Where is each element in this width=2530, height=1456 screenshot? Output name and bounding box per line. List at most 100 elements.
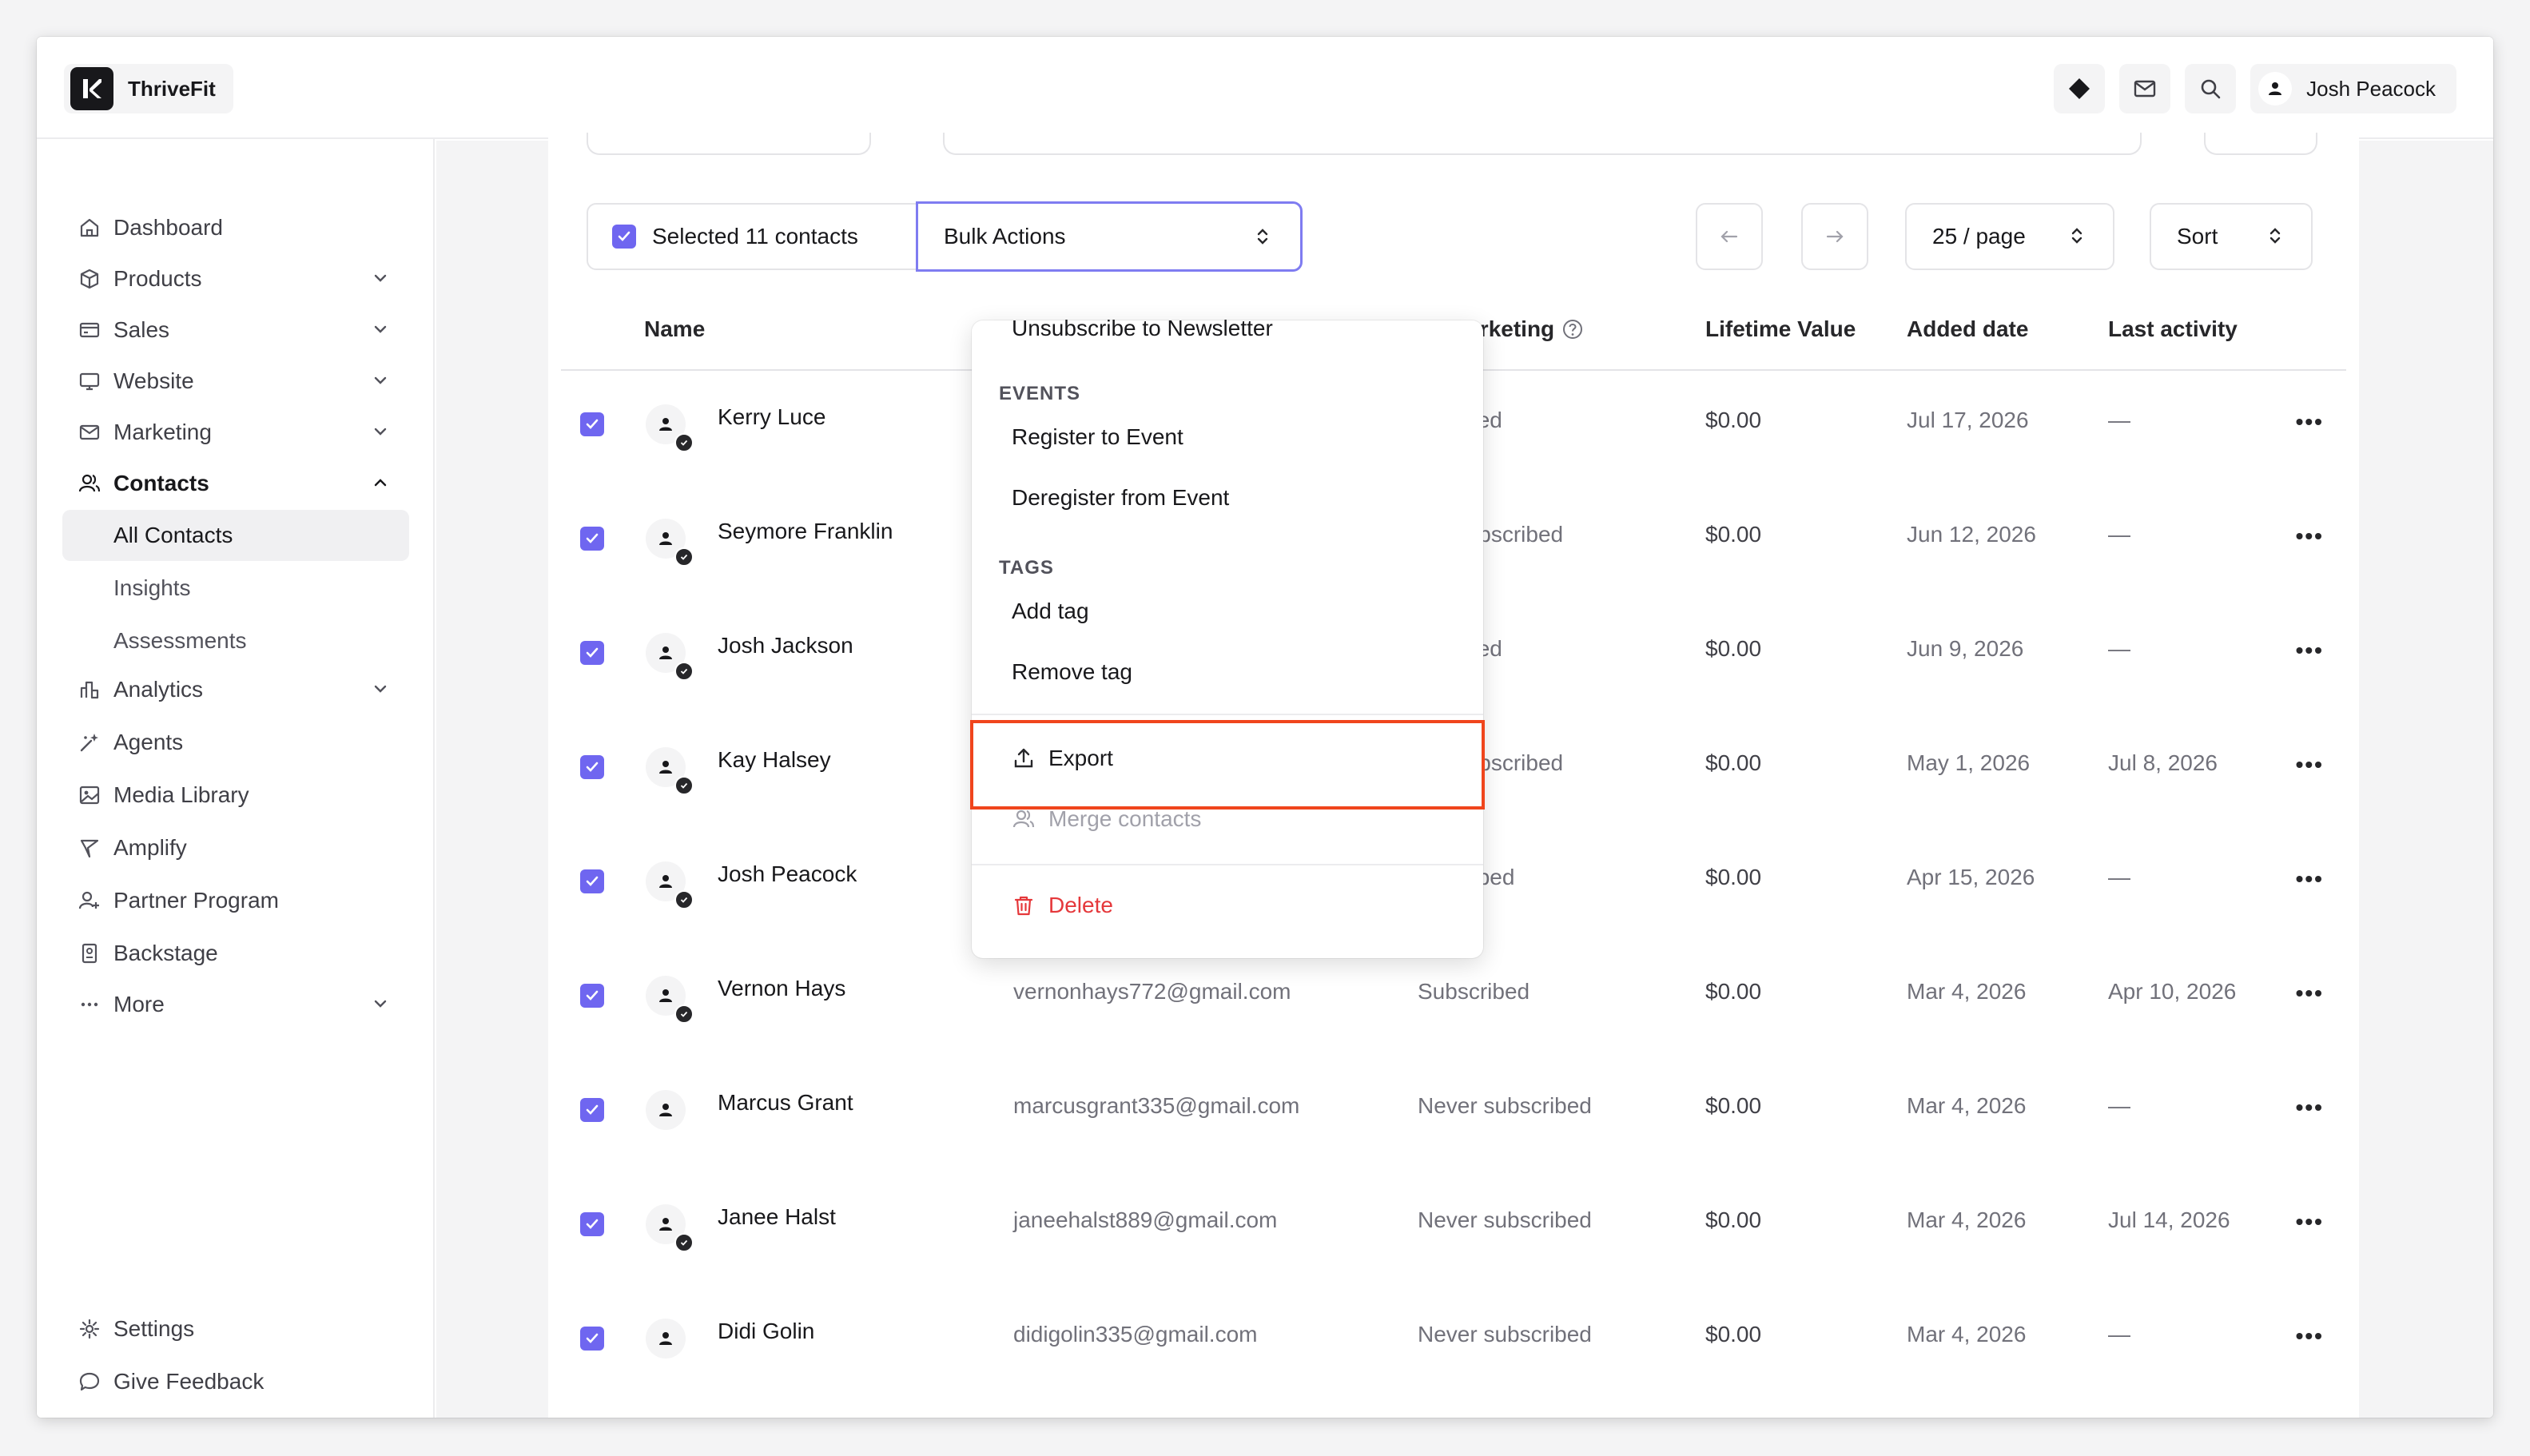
brand-switcher[interactable]: ThriveFit [64, 64, 233, 113]
contact-name[interactable]: Vernon Hays [718, 976, 845, 1001]
row-checkbox[interactable] [580, 527, 604, 551]
contact-name[interactable]: Kerry Luce [718, 404, 825, 430]
help-circle-icon[interactable] [1561, 317, 1585, 341]
contact-added-date: Jun 9, 2026 [1907, 636, 2024, 661]
sidebar-item-amplify[interactable]: Amplify [62, 823, 409, 873]
contact-lifetime-value: $0.00 [1705, 1207, 1762, 1232]
column-header-name[interactable]: Name [644, 316, 705, 342]
brand-logo-icon [70, 67, 113, 110]
row-checkbox[interactable] [580, 1098, 604, 1122]
sidebar-sub-insights[interactable]: Insights [62, 563, 409, 614]
users-icon [75, 469, 104, 498]
row-checkbox[interactable] [580, 1212, 604, 1236]
search-button[interactable] [2185, 64, 2237, 113]
check-icon [618, 231, 631, 241]
menu-item-remove-tag[interactable]: Remove tag [1012, 659, 1132, 685]
user-name: Josh Peacock [2306, 76, 2436, 101]
table-row[interactable]: Didi Golin didigolin335@gmail.com Never … [561, 1285, 2346, 1399]
row-more-icon[interactable]: ••• [2296, 1095, 2324, 1120]
bar-chart-icon [75, 675, 104, 704]
sort-select[interactable]: Sort [2150, 203, 2313, 270]
table-row[interactable]: Janee Halst janeehalst889@gmail.com Neve… [561, 1171, 2346, 1285]
user-menu[interactable]: Josh Peacock [2250, 64, 2456, 113]
sidebar-item-backstage[interactable]: Backstage [62, 929, 409, 978]
menu-divider [972, 864, 1483, 865]
menu-item-unsubscribe-newsletter[interactable]: Unsubscribe to Newsletter [1012, 316, 1273, 341]
contact-name[interactable]: Janee Halst [718, 1204, 836, 1230]
page-size-select[interactable]: 25 / page [1905, 203, 2114, 270]
menu-item-add-tag[interactable]: Add tag [1012, 599, 1089, 624]
diamond-button[interactable] [2054, 64, 2106, 113]
bulk-actions-label: Bulk Actions [944, 224, 1066, 249]
selection-summary[interactable]: Selected 11 contacts [587, 203, 917, 270]
sidebar-item-more[interactable]: More [62, 980, 409, 1029]
sidebar-item-give-feedback[interactable]: Give Feedback [62, 1357, 409, 1406]
contact-last-activity: — [2108, 1322, 2130, 1347]
select-all-checkbox[interactable] [612, 225, 636, 249]
sidebar-item-website[interactable]: Website [62, 356, 409, 406]
sidebar-item-analytics[interactable]: Analytics [62, 665, 409, 714]
top-bar: ThriveFit Josh Peacock [37, 37, 2493, 139]
row-checkbox[interactable] [580, 755, 604, 779]
menu-item-merge-contacts[interactable]: Merge contacts [1012, 806, 1201, 832]
selected-count-label: Selected 11 contacts [652, 224, 858, 249]
row-more-icon[interactable]: ••• [2296, 1323, 2324, 1349]
gear-icon [75, 1315, 104, 1343]
contact-email: janeehalst889@gmail.com [1013, 1207, 1278, 1232]
row-checkbox[interactable] [580, 1327, 604, 1351]
row-more-icon[interactable]: ••• [2296, 1209, 2324, 1235]
sidebar-item-media-library[interactable]: Media Library [62, 770, 409, 820]
column-header-lifetime-value[interactable]: Lifetime Value [1705, 316, 1856, 342]
contact-marketing-status: Never subscribed [1418, 1093, 1592, 1118]
row-more-icon[interactable]: ••• [2296, 523, 2324, 549]
ellipsis-icon [75, 990, 104, 1019]
next-page-button[interactable] [1801, 203, 1868, 270]
menu-divider [972, 714, 1483, 715]
row-checkbox[interactable] [580, 869, 604, 893]
sidebar-item-dashboard[interactable]: Dashboard [62, 203, 409, 253]
user-icon [659, 761, 672, 774]
menu-item-delete[interactable]: Delete [1012, 893, 1113, 918]
contact-name[interactable]: Kay Halsey [718, 747, 831, 773]
bulk-actions-select[interactable]: Bulk Actions [916, 201, 1303, 272]
column-header-added-date[interactable]: Added date [1907, 316, 2028, 342]
chat-bubble-icon [75, 1367, 104, 1396]
prev-page-button[interactable] [1696, 203, 1763, 270]
row-more-icon[interactable]: ••• [2296, 981, 2324, 1006]
table-row[interactable]: Vernon Hays vernonhays772@gmail.com Subs… [561, 942, 2346, 1056]
sort-label: Sort [2177, 224, 2218, 249]
chevron-down-icon [369, 678, 392, 706]
row-checkbox[interactable] [580, 641, 604, 665]
user-icon [659, 418, 672, 431]
column-header-last-activity[interactable]: Last activity [2108, 316, 2238, 342]
sidebar-item-settings[interactable]: Settings [62, 1304, 409, 1354]
menu-item-deregister-event[interactable]: Deregister from Event [1012, 485, 1229, 511]
row-more-icon[interactable]: ••• [2296, 409, 2324, 435]
contact-name[interactable]: Josh Jackson [718, 633, 853, 658]
arrow-left-icon [1720, 230, 1738, 243]
contact-name[interactable]: Didi Golin [718, 1319, 814, 1344]
contact-name[interactable]: Marcus Grant [718, 1090, 853, 1116]
brand-name: ThriveFit [128, 76, 216, 101]
row-more-icon[interactable]: ••• [2296, 752, 2324, 778]
menu-item-label: Delete [1048, 893, 1113, 917]
row-more-icon[interactable]: ••• [2296, 638, 2324, 663]
sidebar-item-agents[interactable]: Agents [62, 718, 409, 767]
row-checkbox[interactable] [580, 412, 604, 436]
sidebar-item-sales[interactable]: Sales [62, 305, 409, 355]
mail-button[interactable] [2119, 64, 2171, 113]
contact-name[interactable]: Seymore Franklin [718, 519, 893, 544]
image-icon [75, 781, 104, 810]
contact-last-activity: Apr 10, 2026 [2108, 979, 2237, 1004]
table-row[interactable]: Marcus Grant marcusgrant335@gmail.com Ne… [561, 1056, 2346, 1171]
sidebar-sub-assessments[interactable]: Assessments [62, 615, 409, 666]
sidebar-item-partner-program[interactable]: Partner Program [62, 876, 409, 925]
contact-name[interactable]: Josh Peacock [718, 861, 857, 887]
row-checkbox[interactable] [580, 984, 604, 1008]
row-more-icon[interactable]: ••• [2296, 866, 2324, 892]
menu-item-register-event[interactable]: Register to Event [1012, 424, 1183, 450]
sidebar-sub-all-contacts[interactable]: All Contacts [62, 510, 409, 561]
sidebar-item-marketing[interactable]: Marketing [62, 408, 409, 457]
sidebar-item-products[interactable]: Products [62, 254, 409, 304]
sidebar-item-contacts[interactable]: Contacts [62, 459, 409, 508]
